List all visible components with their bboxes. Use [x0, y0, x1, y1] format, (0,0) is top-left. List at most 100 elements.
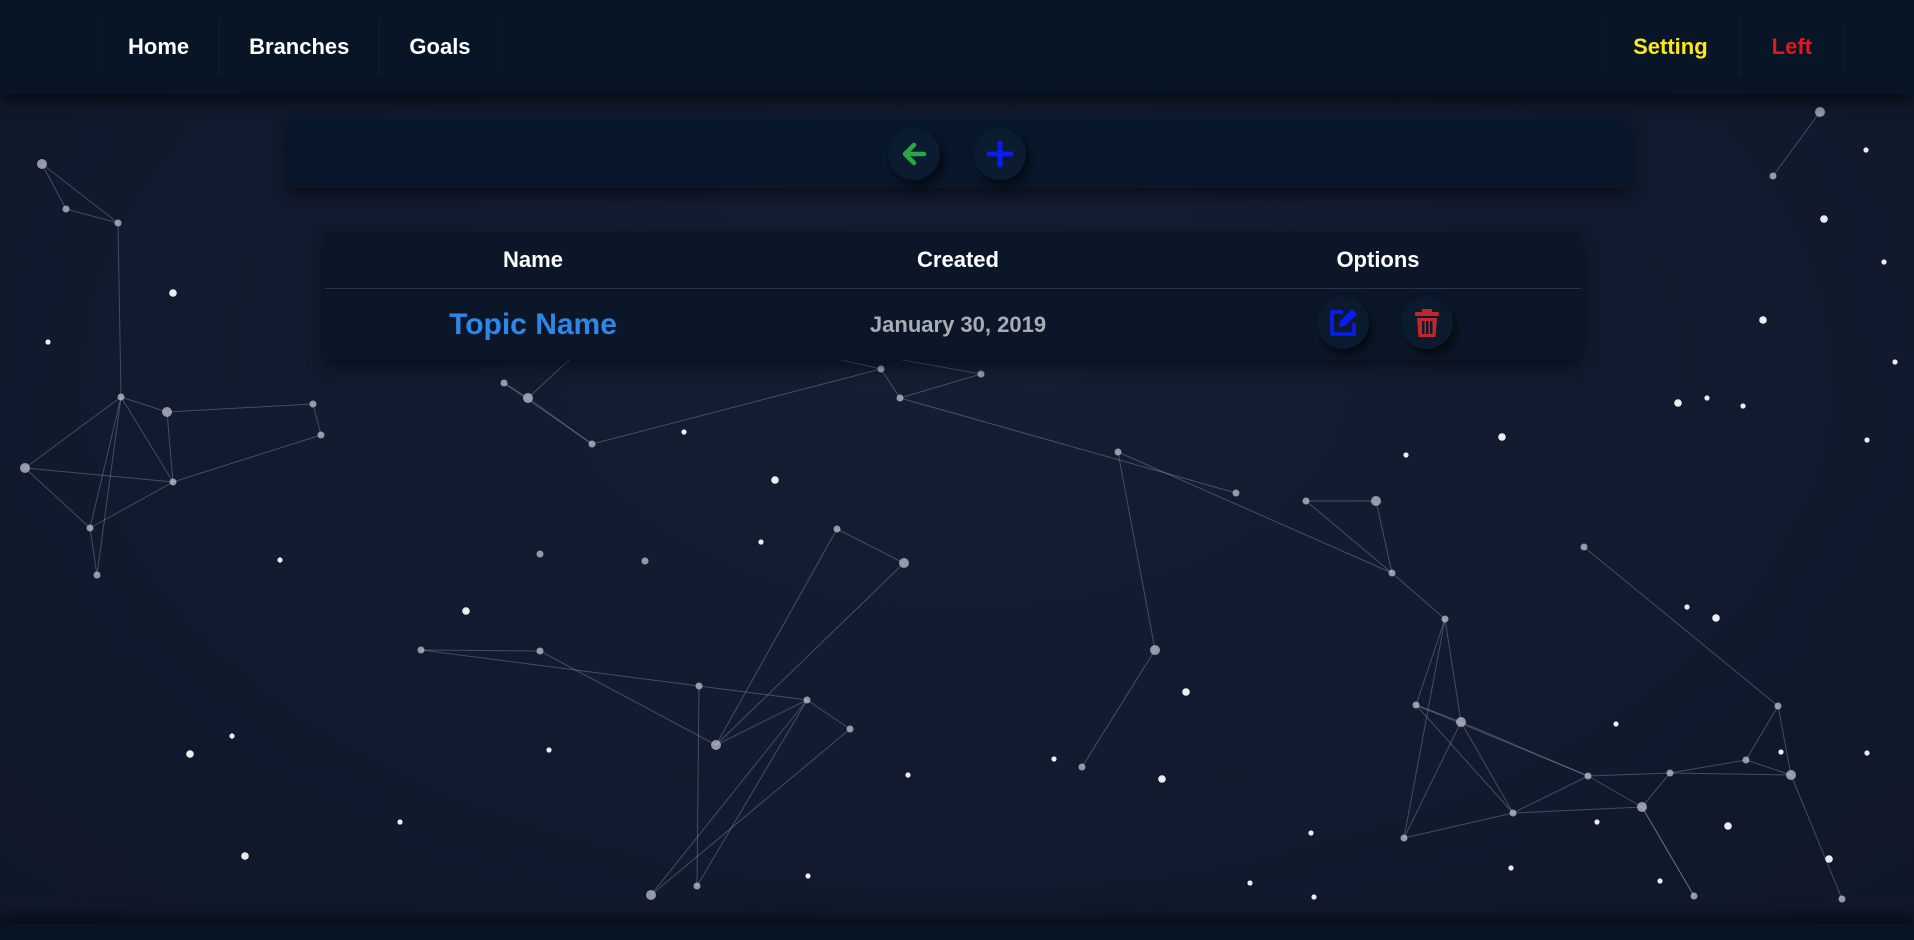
star-dot: [1892, 359, 1898, 365]
network-node: [896, 394, 904, 402]
network-line: [698, 685, 808, 701]
network-line: [41, 163, 119, 224]
network-line: [806, 699, 851, 730]
star-dot: [1508, 865, 1514, 871]
network-line: [1745, 759, 1792, 776]
network-line: [696, 699, 808, 887]
network-line: [715, 528, 838, 746]
edit-button[interactable]: [1317, 297, 1369, 349]
header-options: Options: [1336, 247, 1420, 272]
network-line: [1305, 500, 1393, 574]
back-button[interactable]: [888, 128, 940, 180]
network-node: [1400, 834, 1408, 842]
network-node: [86, 524, 94, 532]
network-node: [1666, 769, 1674, 777]
network-node: [93, 571, 101, 579]
star-dot: [186, 750, 194, 758]
nav-left-group: Home Branches Goals: [98, 18, 501, 76]
network-node: [162, 407, 172, 417]
network-node: [536, 550, 544, 558]
network-node: [309, 400, 317, 408]
topic-name-link[interactable]: Topic Name: [325, 289, 741, 360]
delete-button[interactable]: [1401, 297, 1453, 349]
network-line: [1117, 451, 1156, 651]
network-node: [317, 431, 325, 439]
star-dot: [1712, 614, 1720, 622]
star-dot: [805, 873, 811, 879]
network-line: [1777, 705, 1792, 776]
network-node: [1441, 615, 1449, 623]
star-dot: [1594, 819, 1600, 825]
network-line: [24, 467, 91, 529]
star-dot: [241, 852, 249, 860]
network-node: [1150, 645, 1160, 655]
network-node: [1371, 496, 1381, 506]
top-navbar: Home Branches Goals Setting Left: [0, 0, 1914, 94]
network-line: [1117, 451, 1393, 574]
nav-goals[interactable]: Goals: [379, 18, 500, 76]
network-line: [650, 728, 851, 896]
network-node: [37, 159, 47, 169]
nav-home[interactable]: Home: [98, 18, 219, 76]
network-node: [114, 219, 122, 227]
network-node: [1509, 809, 1517, 817]
star-dot: [397, 819, 403, 825]
network-node: [877, 365, 885, 373]
nav-right-group: Setting Left: [1601, 18, 1844, 76]
nav-branches[interactable]: Branches: [219, 18, 379, 76]
star-dot: [1613, 721, 1619, 727]
network-node: [1580, 543, 1588, 551]
star-dot: [1759, 316, 1767, 324]
star-dot: [1311, 894, 1317, 900]
network-line: [539, 650, 717, 746]
network-node: [1742, 756, 1750, 764]
star-dot: [1657, 878, 1663, 884]
network-node: [1774, 702, 1782, 710]
network-node: [117, 393, 125, 401]
network-line: [650, 699, 808, 896]
network-node: [417, 646, 425, 654]
network-line: [1512, 806, 1643, 814]
network-node: [803, 696, 811, 704]
network-line: [1415, 618, 1446, 706]
nav-left-button[interactable]: Left: [1740, 18, 1844, 76]
network-node: [500, 379, 508, 387]
network-line: [503, 382, 593, 445]
trash-icon: [1415, 309, 1439, 337]
network-node: [899, 558, 909, 568]
star-dot: [277, 557, 283, 563]
star-dot: [1825, 855, 1833, 863]
nav-setting[interactable]: Setting: [1601, 18, 1740, 76]
network-line: [65, 208, 119, 224]
star-dot: [1820, 215, 1828, 223]
network-line: [1745, 705, 1779, 761]
network-line: [1583, 546, 1779, 707]
star-dot: [1158, 775, 1166, 783]
network-node: [695, 682, 703, 690]
edit-icon: [1330, 309, 1357, 336]
star-dot: [681, 429, 687, 435]
star-dot: [1684, 604, 1690, 610]
network-line: [420, 649, 541, 652]
network-node: [62, 205, 70, 213]
network-line: [312, 403, 322, 436]
network-node: [1786, 770, 1796, 780]
network-node: [1114, 448, 1122, 456]
star-dot: [546, 747, 552, 753]
network-line: [1641, 806, 1695, 897]
network-line: [715, 562, 905, 746]
network-line: [41, 163, 67, 210]
star-dot: [169, 289, 177, 297]
plus-icon: [986, 140, 1014, 168]
network-line: [117, 222, 122, 398]
network-line: [1669, 759, 1747, 774]
star-dot: [1864, 437, 1870, 443]
star-dot: [1051, 756, 1057, 762]
table-header: Name Created Options: [325, 232, 1581, 289]
network-line: [1669, 772, 1792, 776]
star-dot: [1881, 259, 1887, 265]
network-node: [1078, 763, 1086, 771]
network-line: [1403, 812, 1514, 839]
add-button[interactable]: [974, 128, 1026, 180]
network-line: [1772, 111, 1821, 177]
